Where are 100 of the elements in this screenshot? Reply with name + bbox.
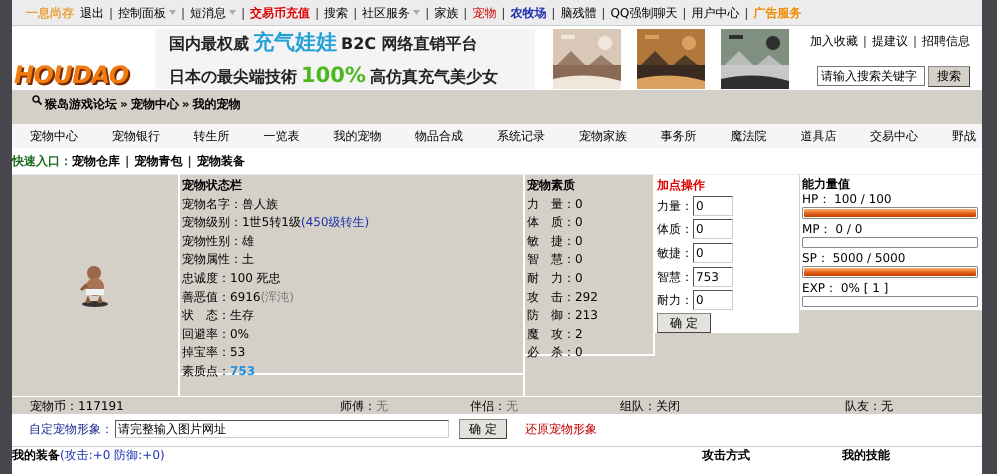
header-link[interactable]: 加入收藏 <box>810 32 858 50</box>
field-value: 53 <box>230 344 246 362</box>
field-value: 0 <box>575 270 583 287</box>
separator: | <box>600 4 606 22</box>
menu-link[interactable]: 事务所 <box>660 127 697 145</box>
reset-link[interactable]: 还原宠物形象 <box>525 420 597 438</box>
nav-link[interactable]: 控制面板 <box>118 4 166 22</box>
number-field[interactable]: 753 <box>693 266 733 287</box>
field-value: 生存 <box>230 307 254 324</box>
nav-link[interactable]: 家族 <box>434 4 458 22</box>
menu-link[interactable]: 交易中心 <box>870 127 918 145</box>
search-button[interactable]: 搜索 <box>928 66 970 86</box>
field-label: 必 杀： <box>527 344 575 362</box>
field-link[interactable]: (450级转生) <box>300 213 370 232</box>
header-link[interactable]: 提建议 <box>872 32 908 50</box>
field-value: 0 <box>575 214 583 232</box>
header-link[interactable]: 招聘信息 <box>922 32 970 50</box>
separator: | <box>500 4 506 22</box>
separator: | <box>424 4 430 22</box>
ad-banner[interactable]: 国内最权威 充气娃娃 B2C 网络直销平台 日本の最尖端技術 100% 高仿真充气美少女 <box>155 29 535 89</box>
nav-link[interactable]: 社区服务 <box>362 4 410 22</box>
field-label: 自定宠物形象： <box>29 421 113 438</box>
quick-link[interactable]: 宠物装备 <box>196 152 245 170</box>
nav-link[interactable]: 宠物 <box>472 4 496 22</box>
field-value: 100 死忠 <box>230 270 281 287</box>
nav-link[interactable]: 用户中心 <box>691 4 740 22</box>
caret-icon[interactable] <box>229 10 236 15</box>
breadcrumb-link[interactable]: 猴岛游戏论坛 <box>45 95 117 113</box>
field-note: (浑沌) <box>260 288 294 306</box>
banner-text: 高仿真充气美少女 <box>370 66 498 88</box>
field-label: 敏捷： <box>657 244 693 262</box>
section-title: 宠物素质 <box>527 177 576 194</box>
separator: | <box>314 4 320 22</box>
search-field[interactable]: 请输入搜索关键字 <box>817 66 925 86</box>
field-value: 0 <box>575 196 583 213</box>
field-label: 掉宝率： <box>182 344 230 362</box>
field-label: 耐 力： <box>527 270 575 287</box>
menu-link[interactable]: 魔法院 <box>730 127 766 145</box>
nav-link[interactable]: 脑残體 <box>560 4 596 22</box>
breadcrumb-link[interactable]: 我的宠物 <box>192 95 241 113</box>
number-field[interactable]: 0 <box>693 290 733 310</box>
menu-link[interactable]: 我的宠物 <box>333 127 382 145</box>
quick-link[interactable]: 宠物青包 <box>134 152 182 170</box>
field-label: 敏 捷： <box>527 232 575 250</box>
field-label: 体 质： <box>527 214 575 232</box>
nav-link[interactable]: 农牧场 <box>510 4 546 22</box>
menu-link[interactable]: 宠物中心 <box>30 127 78 145</box>
confirm-button[interactable]: 确 定 <box>657 312 711 333</box>
caret-icon[interactable] <box>169 10 176 15</box>
menu-link[interactable]: 道具店 <box>800 127 836 145</box>
separator: | <box>862 32 868 50</box>
menu-link[interactable]: 野战 <box>952 127 976 145</box>
quick-link[interactable]: 宠物仓库 <box>72 152 120 170</box>
breadcrumb-link[interactable]: 宠物中心 <box>130 95 179 113</box>
field-label: 师傅： <box>340 398 376 414</box>
section-title: 我的装备 <box>12 446 60 464</box>
nav-link[interactable]: 短消息 <box>190 4 226 22</box>
field-label: 素质点： <box>182 362 230 380</box>
field-value: 土 <box>242 251 254 268</box>
nav-link[interactable]: 交易币充值 <box>250 4 310 22</box>
caret-icon[interactable] <box>413 10 420 15</box>
field-label: 回避率： <box>182 326 230 343</box>
field-value: 无 <box>881 398 893 414</box>
field-value: 213 <box>575 307 598 324</box>
section-title: 我的技能 <box>842 446 890 464</box>
section-title: 加点操作 <box>657 177 706 194</box>
menu-link[interactable]: 宠物家族 <box>578 127 627 145</box>
menu-link[interactable]: 物品合成 <box>415 127 464 145</box>
field-value: 0 <box>575 232 583 250</box>
field-label: 队友： <box>845 398 881 414</box>
url-field[interactable]: 请完整输入图片网址 <box>115 420 449 438</box>
number-field[interactable]: 0 <box>693 219 733 240</box>
confirm-button[interactable]: 确 定 <box>459 419 507 439</box>
number-field[interactable]: 0 <box>693 196 733 216</box>
field-value: 6916 <box>230 288 261 306</box>
quick-entry-label: 快速入口： <box>12 153 72 170</box>
separator: | <box>912 32 918 50</box>
nav-link[interactable]: 退出 <box>80 4 104 22</box>
nav-link[interactable]: QQ强制聊天 <box>610 4 678 22</box>
separator: | <box>124 153 130 170</box>
field-label: 耐力： <box>657 292 693 310</box>
banner-text: 100% <box>301 62 366 89</box>
menu-link[interactable]: 宠物银行 <box>112 127 160 145</box>
menu-link[interactable]: 一览表 <box>263 127 300 145</box>
separator: | <box>240 4 246 22</box>
number-field[interactable]: 0 <box>693 242 733 263</box>
meter-label: EXP： 0% [ 1 ] <box>802 280 890 296</box>
field-value: 无 <box>376 398 388 414</box>
menu-link[interactable]: 转生所 <box>194 127 230 145</box>
field-link[interactable]: (攻击:+0 防御:+0) <box>60 446 165 464</box>
menu-link[interactable]: 系统记录 <box>496 127 545 145</box>
nav-link[interactable]: 搜索 <box>324 4 348 22</box>
field-label: 组队： <box>620 398 656 414</box>
field-value: 292 <box>575 288 598 306</box>
field-label: 宠物币： <box>30 398 78 414</box>
field-label: 体质： <box>657 221 693 238</box>
field-label: 宠物性别： <box>182 232 242 250</box>
field-value: 关闭 <box>656 398 680 414</box>
separator: | <box>186 153 193 170</box>
field-value: 2 <box>575 326 583 343</box>
